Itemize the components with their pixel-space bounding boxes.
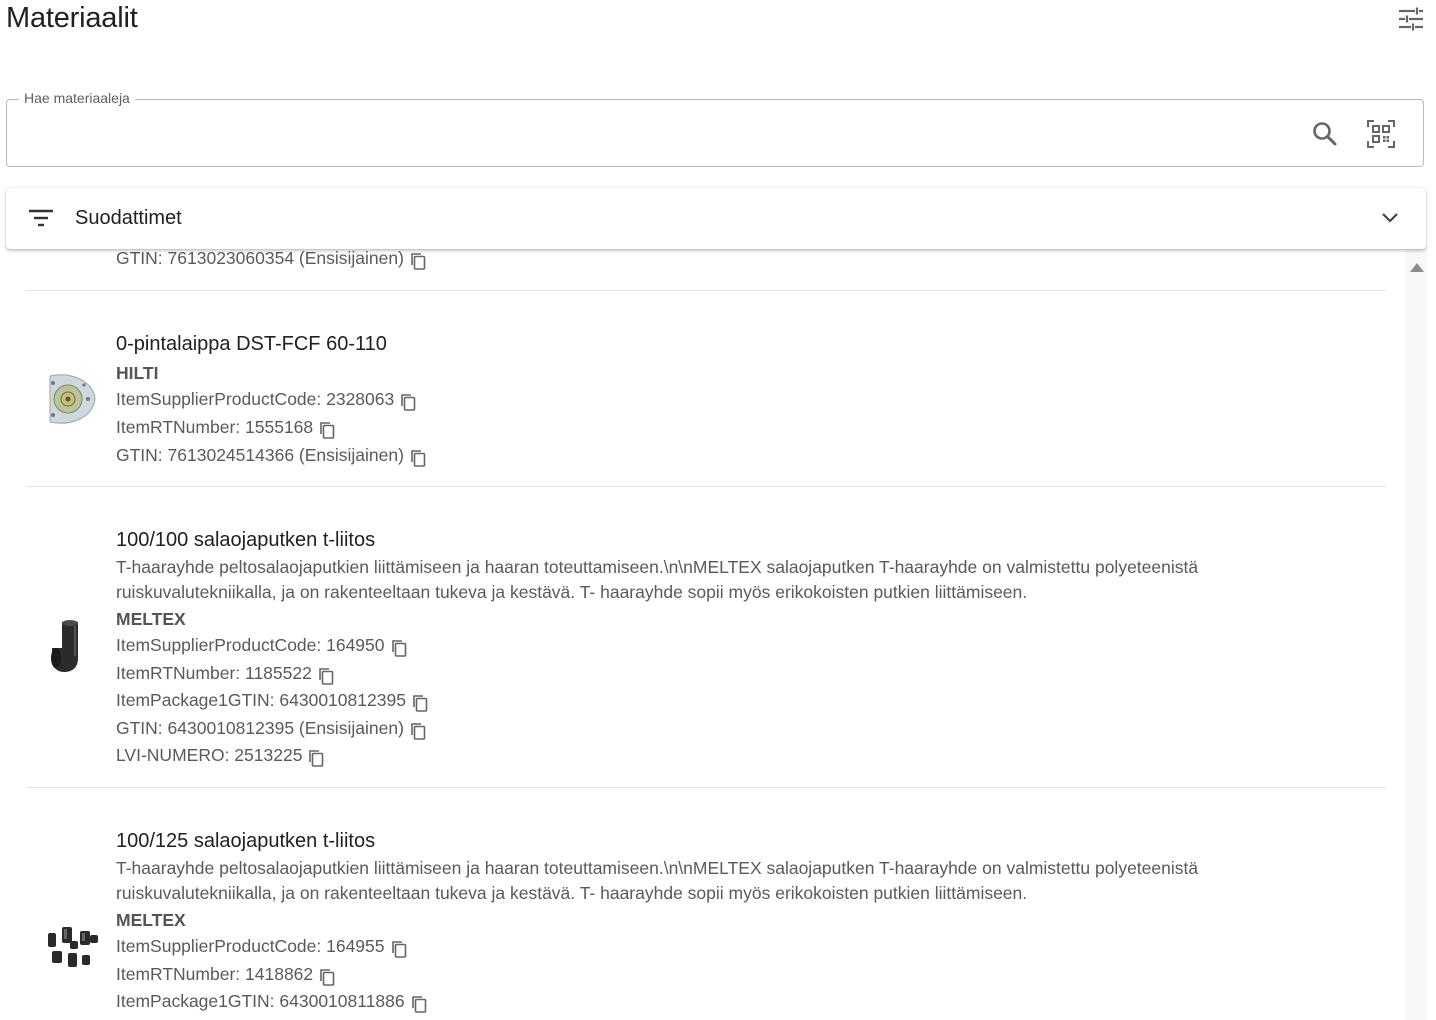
list-item-attribute: GTIN: 7613023060354 (Ensisijainen)	[116, 249, 426, 270]
item-attribute: ItemSupplierProductCode: 164950	[116, 635, 407, 657]
attribute-text: GTIN: 7613023060354 (Ensisijainen)	[116, 249, 404, 268]
search-icon	[1313, 122, 1337, 146]
item-description: T-haarayhde peltosalaojaputkien liittämi…	[116, 557, 1199, 602]
attribute-text: ItemRTNumber: 1185522	[116, 663, 312, 683]
filters-label: Suodattimet	[75, 207, 182, 229]
copy-icon[interactable]	[391, 639, 407, 657]
attribute-text: GTIN: 6430010812395 (Ensisijainen)	[116, 718, 404, 738]
attribute-text: ItemPackage1GTIN: 6430010812395	[116, 690, 406, 710]
page-title: Materiaalit	[6, 2, 138, 34]
item-brand: MELTEX	[116, 609, 186, 629]
attribute-text: ItemSupplierProductCode: 164950	[116, 635, 385, 655]
item-attribute: ItemSupplierProductCode: 164955	[116, 936, 407, 958]
qr-scan-button[interactable]	[1365, 118, 1397, 150]
attribute-text: ItemRTNumber: 1555168	[116, 417, 314, 437]
search-label: Hae materiaaleja	[19, 90, 135, 106]
item-attribute: ItemSupplierProductCode: 2328063	[116, 389, 416, 411]
product-image	[48, 927, 98, 967]
search-field[interactable]: Hae materiaaleja	[6, 90, 1424, 167]
attribute-text: ItemSupplierProductCode: 2328063	[116, 389, 395, 409]
copy-icon[interactable]	[391, 940, 407, 958]
item-title[interactable]: 100/100 salaojaputken t-liitos	[116, 529, 375, 552]
qr-code-scanner-icon	[1367, 120, 1395, 148]
copy-icon[interactable]	[412, 694, 428, 712]
scrollbar[interactable]	[1405, 249, 1427, 1020]
filters-panel[interactable]: Suodattimet	[6, 188, 1426, 249]
item-brand: MELTEX	[116, 910, 186, 930]
search-input[interactable]	[21, 114, 1295, 154]
copy-icon[interactable]	[400, 393, 416, 411]
attribute-text: LVI-NUMERO: 2513225	[116, 745, 303, 765]
item-title[interactable]: 100/125 salaojaputken t-liitos	[116, 830, 375, 853]
divider	[26, 290, 1386, 291]
item-attribute: GTIN: 7613024514366 (Ensisijainen)	[116, 445, 426, 467]
item-attribute: ItemPackage1GTIN: 6430010811886	[116, 991, 427, 1013]
item-attribute: LVI-NUMERO: 2513225	[116, 745, 324, 767]
attribute-text: ItemPackage1GTIN: 6430010811886	[116, 991, 405, 1011]
attribute-text: ItemRTNumber: 1418862	[116, 964, 314, 984]
copy-icon[interactable]	[410, 722, 426, 740]
search-button[interactable]	[1310, 119, 1340, 149]
item-description: T-haarayhde peltosalaojaputkien liittämi…	[116, 858, 1199, 903]
chevron-down-icon[interactable]	[1378, 206, 1402, 230]
copy-icon[interactable]	[410, 252, 426, 270]
attribute-text: ItemSupplierProductCode: 164955	[116, 936, 385, 956]
copy-icon[interactable]	[410, 449, 426, 467]
divider	[26, 787, 1386, 788]
copy-icon[interactable]	[411, 995, 427, 1013]
item-title[interactable]: 0-pintalaippa DST-FCF 60-110	[116, 333, 387, 356]
product-image	[51, 620, 78, 672]
materials-list: GTIN: 7613023060354 (Ensisijainen) 0-pin…	[0, 249, 1436, 1020]
item-attribute: ItemRTNumber: 1555168	[116, 417, 335, 439]
tune-icon	[1399, 7, 1423, 31]
item-attribute: ItemPackage1GTIN: 6430010812395	[116, 690, 428, 712]
item-brand: HILTI	[116, 363, 159, 383]
item-attribute: ItemRTNumber: 1418862	[116, 964, 335, 986]
copy-icon[interactable]	[319, 968, 335, 986]
copy-icon[interactable]	[318, 667, 334, 685]
settings-button[interactable]	[1394, 4, 1428, 34]
attribute-text: GTIN: 7613024514366 (Ensisijainen)	[116, 445, 404, 465]
product-image	[49, 374, 96, 424]
copy-icon[interactable]	[308, 749, 324, 767]
divider	[26, 486, 1386, 487]
filter-list-icon	[29, 209, 53, 227]
item-attribute: GTIN: 6430010812395 (Ensisijainen)	[116, 718, 426, 740]
item-attribute: ItemRTNumber: 1185522	[116, 663, 334, 685]
copy-icon[interactable]	[319, 421, 335, 439]
scroll-up-arrow-icon[interactable]	[1410, 263, 1424, 272]
